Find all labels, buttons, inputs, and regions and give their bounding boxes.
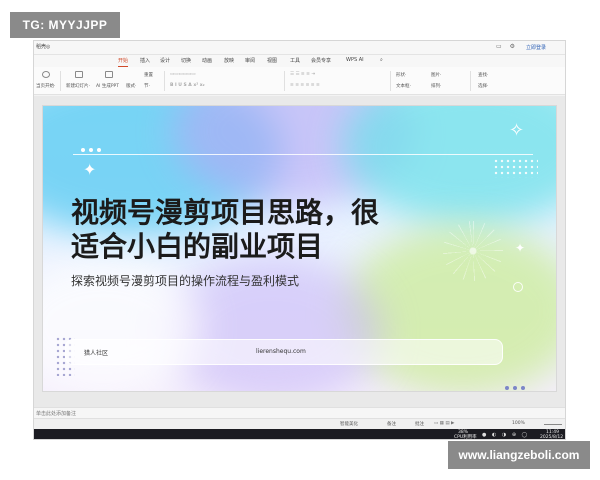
menu-slideshow[interactable]: 放映 [224,57,234,64]
smart-beautify-button[interactable]: 智能美化 [340,421,358,427]
font-style-buttons[interactable]: B I U S A x² x₂ [170,83,205,88]
new-slide-icon[interactable] [75,71,83,78]
login-link[interactable]: 立即登录 [526,44,546,51]
ribbon-picture[interactable]: 图片· [431,72,441,78]
menu-home[interactable]: 开始 [118,57,129,67]
slide-title[interactable]: 视频号漫剪项目思路，很 适合小白的副业项目 [71,196,541,264]
watermark-bottom-right: www.liangzeboli.com [448,441,590,469]
footer-website[interactable]: lierenshequ.com [256,348,306,355]
sparkle-icon: ✦ [83,160,97,179]
slide-title-line-1: 视频号漫剪项目思路，很 [71,196,380,229]
ribbon-separator [164,71,165,91]
ribbon-layout[interactable]: 版式· [126,83,136,89]
title-bar: 稻壳◎ ▭ ⚙ 立即登录 [34,41,565,55]
menu-design[interactable]: 设计 [160,57,170,64]
zoom-slider[interactable] [544,424,562,425]
ribbon-new-slide[interactable]: 新建幻灯片· [66,83,90,89]
ribbon-ai-ppt[interactable]: AI 生成PPT [96,83,119,89]
menu-view[interactable]: 视图 [267,57,277,64]
paragraph-list-buttons[interactable]: ☰ ☰ ≡ ≡ ⇥ [290,72,315,77]
ribbon-reset[interactable]: 重置 [144,72,153,78]
ribbon-separator [390,71,391,91]
view-mode-buttons[interactable]: ▭ ▦ ▤ ▶ [434,421,455,426]
menu-review[interactable]: 审阅 [245,57,255,64]
font-name-dropdown[interactable]: ▭▭▭▭▭▭ [170,72,196,77]
ai-ppt-icon[interactable] [105,71,113,78]
decorative-dot-grid [493,158,538,178]
notes-placeholder[interactable]: 单击此处添加备注 [36,410,76,417]
menu-bar: 开始 插入 设计 切换 动画 放映 审阅 视图 工具 会员专享 WPS AI ⌕ [34,55,565,67]
slide-workspace: ✦ ✧ ✦ 视频号漫剪项目思路，很 适合小白的副业项目 探索视频号漫剪项目的操作… [34,96,565,407]
menu-tools[interactable]: 工具 [290,57,300,64]
screenshot-stage: TG: MYYJJPP 稻壳◎ ▭ ⚙ 立即登录 开始 插入 设计 切换 动画 … [0,0,600,480]
search-icon[interactable]: ⌕ [380,57,383,63]
ribbon-shapes[interactable]: 形状· [396,72,406,78]
ribbon-section[interactable]: 节· [144,83,150,89]
watermark-top-left: TG: MYYJJPP [10,12,120,38]
wps-presentation-window: 稻壳◎ ▭ ⚙ 立即登录 开始 插入 设计 切换 动画 放映 审阅 视图 工具 … [33,40,566,440]
document-tab[interactable]: 稻壳◎ [36,43,50,50]
ribbon-arrange[interactable]: 排列· [431,83,441,89]
comments-toggle-button[interactable]: 批注 [415,421,424,427]
paragraph-align-buttons[interactable]: ≡ ≡ ≡ ≡ ≡ ≡ [290,83,320,88]
footer-organization[interactable]: 猎人社区 [84,348,108,357]
decorative-line [73,154,533,155]
cpu-label: CPU利用率 [454,435,477,440]
ribbon-separator [284,71,285,91]
slide-title-line-2: 适合小白的副业项目 [71,230,324,263]
window-controls[interactable]: ▭ ⚙ [496,43,518,50]
ribbon-select[interactable]: 选择· [478,83,488,89]
tray-icons[interactable]: ● ◐ ◑ ⊕ ◯ [482,432,529,438]
slide-subtitle[interactable]: 探索视频号漫剪项目的操作流程与盈利模式 [71,272,299,289]
ribbon-separator [470,71,471,91]
ribbon-separator [60,71,61,91]
menu-transition[interactable]: 切换 [181,57,191,64]
menu-member[interactable]: 会员专享 [311,57,331,64]
notes-pane[interactable]: 单击此处添加备注 [34,407,565,418]
notes-toggle-button[interactable]: 备注 [387,421,396,427]
ribbon-toolbar: 当页开始· 新建幻灯片· AI 生成PPT 版式· 重置 节· ▭▭▭▭▭▭ B… [34,67,565,95]
ribbon-play-from-current[interactable]: 当页开始· [36,83,55,89]
slide-canvas[interactable]: ✦ ✧ ✦ 视频号漫剪项目思路，很 适合小白的副业项目 探索视频号漫剪项目的操作… [42,105,557,392]
os-taskbar: 38% CPU利用率 ● ◐ ◑ ⊕ ◯ 11:49 2025/8/12 [34,429,565,440]
ribbon-find[interactable]: 查找· [478,72,488,78]
decorative-circle [513,282,523,292]
menu-animation[interactable]: 动画 [202,57,212,64]
menu-wps-ai[interactable]: WPS AI [346,57,364,63]
play-icon[interactable] [42,71,50,78]
status-bar: 智能美化 备注 批注 ▭ ▦ ▤ ▶ 100% [34,418,565,429]
decorative-dots-bottom [505,375,529,391]
slide-footer-bar: 猎人社区 lierenshequ.com [65,339,503,365]
menu-insert[interactable]: 插入 [140,57,150,64]
zoom-level[interactable]: 100% [512,421,525,426]
sparkle-icon: ✧ [509,120,525,141]
clock-date[interactable]: 2025/8/12 [540,435,563,439]
ribbon-textbox[interactable]: 文本框· [396,83,411,89]
